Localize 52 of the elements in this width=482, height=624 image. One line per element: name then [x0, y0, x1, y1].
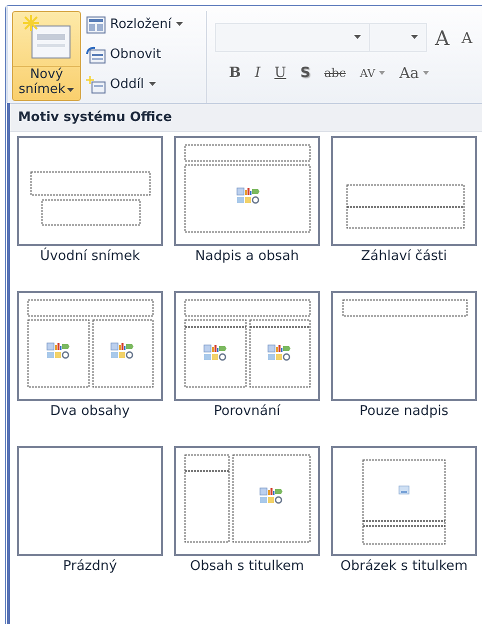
- layout-label: Záhlaví části: [361, 248, 447, 264]
- content-icon: [260, 488, 282, 504]
- layout-label: Prázdný: [63, 558, 117, 574]
- caret-icon: [67, 88, 74, 93]
- layout-label: Obrázek s titulkem: [340, 558, 468, 574]
- layout-thumbnail[interactable]: [17, 446, 163, 556]
- shrink-font-button[interactable]: A: [457, 28, 476, 46]
- format-button[interactable]: B: [225, 65, 245, 81]
- section-icon: [86, 76, 106, 94]
- content-icon: [46, 342, 70, 359]
- content-icon: [236, 188, 260, 204]
- new-slide-button[interactable]: Nový snímek: [12, 11, 81, 101]
- grow-font-button[interactable]: A: [431, 26, 454, 50]
- font-size-field[interactable]: [370, 23, 427, 52]
- new-slide-icon: [22, 14, 72, 60]
- layout-thumbnail[interactable]: [174, 291, 320, 401]
- format-button[interactable]: U: [270, 65, 290, 81]
- gallery-header: Motiv systému Office: [10, 103, 482, 132]
- layout-label: Úvodní snímek: [40, 248, 140, 264]
- caret-icon: [354, 35, 361, 40]
- font-name-field[interactable]: [215, 23, 370, 52]
- ribbon-button[interactable]: Rozložení: [84, 11, 204, 38]
- layout-thumbnail[interactable]: [17, 136, 163, 246]
- format-button[interactable]: abc: [320, 66, 350, 80]
- layout-label: Obsah s titulkem: [190, 558, 304, 574]
- caret-icon: [379, 71, 386, 75]
- layout-thumbnail[interactable]: [174, 446, 320, 556]
- content-icon: [110, 342, 134, 359]
- layout-thumbnail[interactable]: [331, 136, 477, 246]
- caret-icon: [176, 22, 184, 27]
- layout-thumbnail[interactable]: [331, 446, 477, 556]
- ribbon-button[interactable]: Obnovit: [84, 41, 204, 68]
- caret-icon: [148, 82, 156, 87]
- ribbon-button[interactable]: Oddíl: [84, 71, 204, 98]
- format-button[interactable]: S: [296, 65, 314, 81]
- format-button[interactable]: AV: [356, 66, 390, 80]
- caret-icon: [422, 71, 429, 75]
- reset-icon: [86, 46, 106, 64]
- layout-thumbnail[interactable]: [331, 291, 477, 401]
- layout-label: Pouze nadpis: [360, 403, 448, 419]
- format-button[interactable]: I: [250, 65, 264, 81]
- layout-label: Porovnání: [214, 403, 280, 419]
- layout-icon: [86, 16, 106, 34]
- caret-icon: [411, 35, 418, 40]
- layout-thumbnail[interactable]: [174, 136, 320, 246]
- format-button[interactable]: Aa: [395, 64, 433, 82]
- content-icon: [204, 344, 226, 361]
- layout-thumbnail[interactable]: [17, 291, 163, 401]
- picture-icon: [398, 486, 410, 494]
- layout-label: Dva obsahy: [50, 403, 130, 419]
- content-icon: [268, 344, 290, 361]
- layout-label: Nadpis a obsah: [195, 248, 299, 264]
